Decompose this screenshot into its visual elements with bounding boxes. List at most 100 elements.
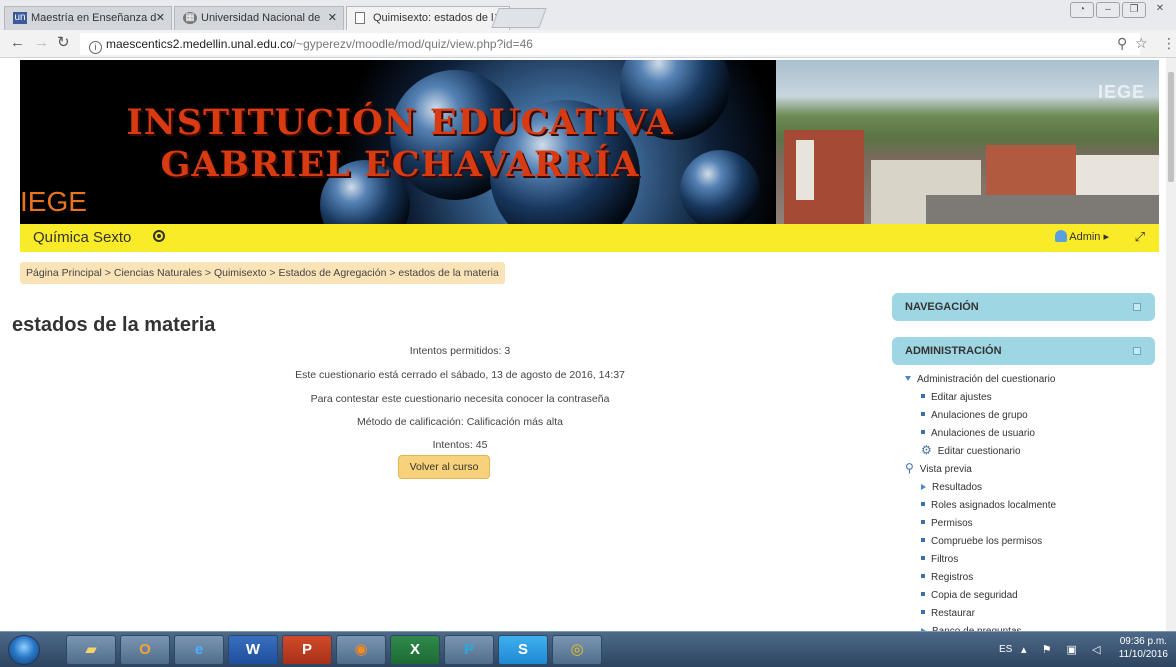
admin-menu-item-label: Administración del cuestionario (917, 374, 1056, 385)
forward-icon[interactable]: → (34, 35, 49, 51)
admin-menu-item-label: Anulaciones de usuario (931, 428, 1035, 439)
window-controls: ◔ – ❐ ✕ (1070, 2, 1172, 20)
breadcrumb-link[interactable]: Ciencias Naturales (114, 267, 202, 279)
admin-menu-item[interactable]: Copia de seguridad (905, 587, 1056, 605)
collapsed-arrow-icon (921, 484, 926, 490)
browser-tab[interactable]: un Maestría en Enseñanza d ✕ (4, 6, 172, 30)
banner-title: INSTITUCIÓN EDUCATIVA GABRIEL ECHAVARRÍA (126, 102, 674, 185)
administration-block-header[interactable]: ADMINISTRACIÓN (892, 337, 1155, 365)
bullet-icon (921, 592, 925, 596)
gear-icon: ⚙ (921, 443, 932, 457)
reload-icon[interactable]: ↻ (57, 35, 70, 51)
skype-icon[interactable]: S (498, 635, 548, 665)
back-to-course-button[interactable]: Volver al curso (398, 455, 490, 479)
outlook-icon[interactable]: O (120, 635, 170, 665)
excel-icon[interactable]: X (390, 635, 440, 665)
admin-menu-item[interactable]: Roles asignados localmente (905, 497, 1056, 515)
admin-menu-item[interactable]: Compruebe los permisos (905, 533, 1056, 551)
admin-menu-item[interactable]: Filtros (905, 551, 1056, 569)
bullet-icon (921, 538, 925, 542)
admin-menu-item[interactable]: Registros (905, 569, 1056, 587)
user-menu[interactable]: Admin ▸ (1055, 230, 1109, 243)
tab-title: Maestría en Enseñanza d (31, 12, 157, 24)
clock-time: 09:36 p.m. (1119, 636, 1167, 647)
browser-tab-bar: un Maestría en Enseñanza d ✕ ▦ Universid… (0, 0, 1176, 30)
navigation-block-header[interactable]: NAVEGACIÓN (892, 293, 1155, 321)
admin-menu-item[interactable]: Editar ajustes (905, 389, 1056, 407)
info-icon[interactable]: i (89, 41, 102, 54)
bullet-icon (921, 574, 925, 578)
admin-menu-item[interactable]: Restaurar (905, 605, 1056, 623)
folder-icon[interactable]: ▰ (66, 635, 116, 665)
close-window-button[interactable]: ✕ (1148, 2, 1172, 18)
scrollbar-thumb[interactable] (1168, 72, 1174, 182)
admin-menu-item-label: Compruebe los permisos (931, 536, 1043, 547)
tray-icons[interactable]: ▴ ⚑ ▣ ◁ (1021, 643, 1106, 656)
firefox-icon[interactable]: ◉ (336, 635, 386, 665)
zoom-icon[interactable]: ⚲ (1117, 35, 1127, 52)
admin-menu-item-label: Editar cuestionario (937, 446, 1021, 457)
expand-icon[interactable] (1133, 303, 1141, 311)
admin-menu-item-label: Anulaciones de grupo (931, 410, 1028, 421)
quiz-info-password: Para contestar este cuestionario necesit… (310, 393, 610, 405)
course-menu-icon[interactable] (153, 230, 165, 242)
breadcrumb-link[interactable]: Estados de Agregación (278, 267, 386, 279)
page-title: estados de la materia (12, 314, 216, 336)
minimize-button[interactable]: – (1096, 2, 1120, 18)
course-name[interactable]: Química Sexto (33, 229, 131, 246)
collapse-icon[interactable] (1133, 347, 1141, 355)
admin-menu-item[interactable]: Anulaciones de usuario (905, 425, 1056, 443)
admin-menu-item-label: Permisos (931, 518, 973, 529)
bullet-icon (921, 556, 925, 560)
admin-menu-item-label: Resultados (932, 482, 983, 493)
admin-menu-item[interactable]: ⚙ Editar cuestionario (905, 443, 1056, 461)
browser-tab[interactable]: ▦ Universidad Nacional de ✕ (174, 6, 344, 30)
menu-icon[interactable]: ⋮ (1162, 35, 1176, 52)
close-icon[interactable]: ✕ (156, 11, 165, 24)
close-icon[interactable]: ✕ (328, 11, 337, 24)
bullet-icon (921, 394, 925, 398)
admin-menu-item[interactable]: Resultados (905, 479, 1056, 497)
admin-menu-item-label: Roles asignados localmente (931, 500, 1057, 511)
navigation-block-title: NAVEGACIÓN (905, 301, 979, 313)
admin-menu-item-label: Filtros (931, 554, 959, 565)
ie-icon[interactable]: e (174, 635, 224, 665)
tab-title: Quimisexto: estados de l (373, 12, 494, 24)
fullscreen-icon[interactable]: ⤢ (1135, 229, 1145, 245)
p-app-icon[interactable]: P (444, 635, 494, 665)
maximize-button[interactable]: ❐ (1122, 2, 1146, 18)
new-tab-button[interactable] (491, 8, 547, 28)
bullet-icon (921, 502, 925, 506)
profile-icon[interactable]: ◔ (1070, 2, 1094, 18)
breadcrumb-link[interactable]: Página Principal (26, 267, 102, 279)
admin-menu-item-label: Editar ajustes (931, 392, 992, 403)
admin-menu-item[interactable]: Anulaciones de grupo (905, 407, 1056, 425)
start-button[interactable] (8, 635, 40, 665)
url-input[interactable]: i maescentics2.medellin.unal.edu.co/~gype… (80, 33, 1140, 55)
bullet-icon (921, 430, 925, 434)
powerpoint-icon[interactable]: P (282, 635, 332, 665)
language-indicator[interactable]: ES (999, 644, 1012, 655)
word-icon[interactable]: W (228, 635, 278, 665)
bookmark-star-icon[interactable]: ☆ (1135, 35, 1148, 52)
admin-menu-item[interactable]: Administración del cuestionario (905, 371, 1056, 389)
page-icon (355, 12, 365, 24)
admin-menu-item-label: Copia de seguridad (931, 590, 1018, 601)
browser-tab-active[interactable]: Quimisexto: estados de l ✕ (346, 6, 510, 30)
quiz-info-grading-method: Método de calificación: Calificación más… (356, 416, 564, 428)
clock[interactable]: 09:36 p.m. 11/10/2016 (1119, 635, 1168, 661)
administration-block-title: ADMINISTRACIÓN (905, 345, 1002, 357)
admin-menu-item-label: Restaurar (931, 608, 975, 619)
breadcrumb-link[interactable]: Quimisexto (214, 267, 267, 279)
breadcrumb-current[interactable]: estados de la materia (398, 267, 498, 279)
admin-menu-item[interactable]: ⚲ Vista previa (905, 461, 1056, 479)
page-scrollbar[interactable] (1166, 58, 1176, 631)
admin-menu-item[interactable]: Banco de preguntas (905, 623, 1056, 631)
system-tray: ES ▴ ⚑ ▣ ◁ 09:36 p.m. 11/10/2016 (976, 632, 1176, 667)
chrome-icon[interactable]: ◎ (552, 635, 602, 665)
admin-menu-item[interactable]: Permisos (905, 515, 1056, 533)
page-content: INSTITUCIÓN EDUCATIVA GABRIEL ECHAVARRÍA… (0, 58, 1166, 631)
back-icon[interactable]: ← (10, 35, 25, 51)
building-icon: ▦ (183, 12, 197, 24)
banner-image: INSTITUCIÓN EDUCATIVA GABRIEL ECHAVARRÍA… (20, 60, 776, 224)
